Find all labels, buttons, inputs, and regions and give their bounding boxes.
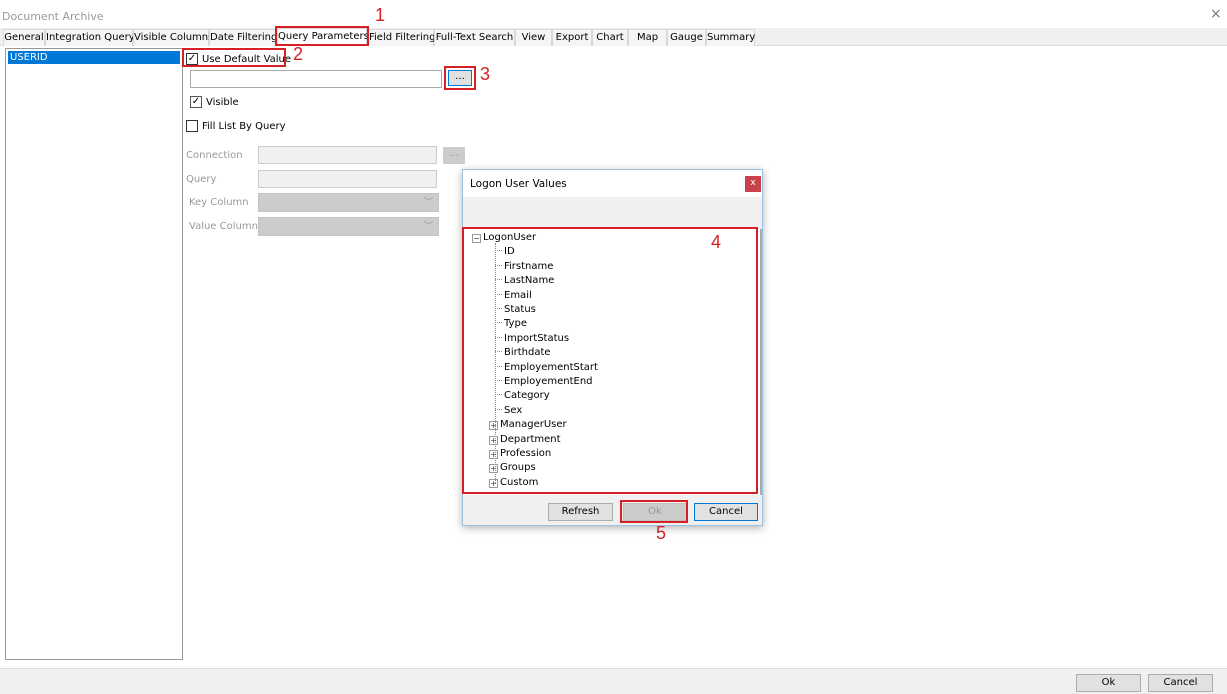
footer-bar: Ok Cancel <box>0 668 1227 694</box>
key-column-label: Key Column <box>189 197 249 208</box>
window-title: Document Archive <box>2 10 104 23</box>
visible-checkbox[interactable]: ✓ <box>190 96 202 108</box>
tab-general[interactable]: General <box>3 29 45 46</box>
tab-bar: General Integration Query Visible Column… <box>0 28 1227 46</box>
tab-field-filtering[interactable]: Field Filtering <box>368 29 436 46</box>
tab-full-text-search[interactable]: Full-Text Search <box>434 29 515 46</box>
tab-gauge[interactable]: Gauge <box>667 29 706 46</box>
cancel-button[interactable]: Cancel <box>1148 674 1213 692</box>
dialog-close-button[interactable]: x <box>745 176 761 192</box>
annotation-box-5 <box>620 500 688 523</box>
tab-visible-columns[interactable]: Visible Columns <box>133 29 213 46</box>
annotation-5: 5 <box>656 523 667 543</box>
key-column-select: ﹀ <box>258 193 439 212</box>
tab-chart[interactable]: Chart <box>592 29 628 46</box>
tab-view[interactable]: View <box>515 29 552 46</box>
annotation-box-4 <box>462 227 758 494</box>
annotation-2: 2 <box>293 44 304 64</box>
connection-input <box>258 146 437 164</box>
dialog-cancel-button[interactable]: Cancel <box>694 503 758 521</box>
annotation-4: 4 <box>711 232 722 252</box>
dialog-title: Logon User Values <box>463 170 762 197</box>
tab-summary[interactable]: Summary <box>706 29 755 46</box>
tab-date-filtering[interactable]: Date Filtering <box>209 29 277 46</box>
tab-integration-query[interactable]: Integration Query <box>45 29 135 46</box>
parameter-list[interactable]: USERID <box>5 48 183 660</box>
ok-button[interactable]: Ok <box>1076 674 1141 692</box>
query-label: Query <box>186 174 217 185</box>
fill-list-by-query-checkbox[interactable] <box>186 120 198 132</box>
connection-browse-button: ... <box>443 147 465 164</box>
default-value-input[interactable] <box>190 70 442 88</box>
tab-export[interactable]: Export <box>552 29 592 46</box>
annotation-box-1 <box>275 26 369 46</box>
connection-label: Connection <box>186 150 243 161</box>
tab-map[interactable]: Map <box>628 29 667 46</box>
refresh-button[interactable]: Refresh <box>548 503 613 521</box>
query-input <box>258 170 437 188</box>
annotation-box-3 <box>444 66 476 90</box>
annotation-1: 1 <box>375 5 386 25</box>
annotation-box-2 <box>182 48 286 67</box>
visible-label: Visible <box>206 97 239 108</box>
annotation-3: 3 <box>480 64 491 84</box>
fill-list-by-query-label: Fill List By Query <box>202 121 286 132</box>
value-column-label: Value Column <box>189 221 258 232</box>
parameter-item-userid[interactable]: USERID <box>8 51 180 64</box>
close-icon[interactable]: × <box>1210 6 1222 22</box>
value-column-select: ﹀ <box>258 217 439 236</box>
